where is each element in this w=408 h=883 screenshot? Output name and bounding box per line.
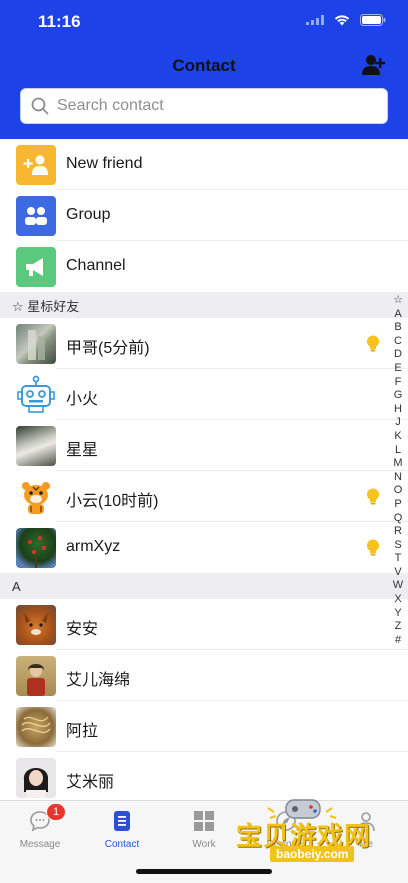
- contact-name: 甲哥(5分前): [66, 340, 150, 357]
- tab-message[interactable]: 1 Message: [0, 803, 80, 850]
- index-letter[interactable]: D: [394, 348, 402, 362]
- wifi-icon: [334, 15, 350, 26]
- index-letter[interactable]: J: [395, 416, 401, 430]
- avatar: [16, 426, 56, 466]
- contact-row[interactable]: 阿拉: [0, 701, 408, 752]
- new-friend-row[interactable]: New friend: [0, 139, 408, 190]
- index-letter[interactable]: A: [394, 308, 401, 322]
- contact-row[interactable]: 小火: [0, 369, 408, 420]
- megaphone-icon: [16, 247, 56, 287]
- avatar: [16, 707, 56, 747]
- tab-label: Contact: [104, 839, 140, 850]
- lightbulb-icon: [367, 488, 379, 505]
- index-letter[interactable]: G: [394, 389, 403, 403]
- index-letter[interactable]: Z: [395, 620, 402, 634]
- index-letter[interactable]: ☆: [393, 294, 403, 308]
- avatar: [16, 656, 56, 696]
- index-letter[interactable]: O: [394, 484, 403, 498]
- group-row[interactable]: Group: [0, 190, 408, 241]
- index-letter[interactable]: Y: [394, 607, 401, 621]
- message-icon: [0, 807, 80, 835]
- index-letter[interactable]: E: [394, 362, 401, 376]
- status-time: 11:16: [38, 12, 81, 31]
- avatar: [16, 758, 56, 798]
- index-letter[interactable]: N: [394, 471, 402, 485]
- avatar: [16, 324, 56, 364]
- index-letter[interactable]: L: [395, 444, 401, 458]
- index-letter[interactable]: F: [395, 376, 402, 390]
- page-title: Contact: [172, 56, 236, 75]
- lightbulb-icon: [367, 335, 379, 352]
- index-letter[interactable]: C: [394, 335, 402, 349]
- tab-contact[interactable]: Contact: [82, 807, 162, 850]
- index-letter[interactable]: K: [394, 430, 401, 444]
- contact-name: armXyz: [66, 538, 121, 555]
- index-letter[interactable]: S: [394, 539, 401, 553]
- contact-book-icon: [82, 807, 162, 835]
- avatar: [16, 528, 56, 568]
- avatar: [16, 605, 56, 645]
- index-letter[interactable]: P: [394, 498, 401, 512]
- contact-row[interactable]: 小云(10时前): [0, 471, 408, 522]
- contact-row[interactable]: 甲哥(5分前): [0, 318, 408, 369]
- index-letter[interactable]: B: [394, 321, 401, 335]
- contact-row[interactable]: armXyz: [0, 522, 408, 573]
- index-letter[interactable]: V: [394, 566, 401, 580]
- contact-name: 小云(10时前): [66, 493, 159, 510]
- contact-name: 星星: [66, 442, 99, 459]
- status-icons: [306, 14, 386, 26]
- section-header-a: A: [0, 573, 408, 599]
- robot-avatar: [16, 375, 56, 415]
- index-letter[interactable]: #: [395, 634, 401, 648]
- group-icon: [16, 196, 56, 236]
- search-input[interactable]: [57, 97, 357, 115]
- signal-icon: [306, 15, 324, 25]
- channel-row[interactable]: Channel: [0, 241, 408, 292]
- contact-name: 阿拉: [66, 723, 99, 740]
- alphabet-index[interactable]: ☆ A B C D E F G H J K L M N O P Q R S T V W X Y Z #: [391, 294, 405, 647]
- tiger-avatar: [16, 477, 56, 517]
- index-letter[interactable]: H: [394, 403, 402, 417]
- lightbulb-icon: [367, 539, 379, 556]
- index-letter[interactable]: R: [394, 525, 402, 539]
- contact-name: 安安: [66, 621, 99, 638]
- watermark-url: baobeiy.com: [270, 846, 355, 862]
- contact-row[interactable]: 艾儿海绵: [0, 650, 408, 701]
- index-letter[interactable]: M: [393, 457, 402, 471]
- tab-label: Message: [19, 839, 61, 850]
- contact-name: 小火: [66, 391, 99, 408]
- contact-row[interactable]: 安安: [0, 599, 408, 650]
- search-box[interactable]: [20, 88, 388, 124]
- add-friend-icon: [16, 145, 56, 185]
- section-header-starred: ☆ 星标好友: [0, 292, 408, 318]
- contact-name: 艾米丽: [66, 774, 115, 791]
- shortcut-label: Group: [66, 206, 111, 223]
- contact-row[interactable]: 星星: [0, 420, 408, 471]
- unread-badge: 1: [46, 803, 66, 821]
- header-bar: 11:16 Contact: [0, 0, 408, 139]
- battery-icon: [360, 14, 386, 26]
- index-letter[interactable]: X: [394, 593, 401, 607]
- index-letter[interactable]: T: [395, 552, 402, 566]
- contact-list: New friend Group Channel ☆ 星标好友 甲哥(5分前) …: [0, 139, 408, 803]
- search-icon: [31, 97, 49, 115]
- index-letter[interactable]: Q: [394, 512, 403, 526]
- home-indicator: [136, 869, 272, 874]
- index-letter[interactable]: W: [393, 579, 403, 593]
- shortcut-label: New friend: [66, 155, 143, 172]
- add-user-icon[interactable]: [362, 54, 386, 76]
- contact-name: 艾儿海绵: [66, 672, 131, 689]
- shortcut-label: Channel: [66, 257, 126, 274]
